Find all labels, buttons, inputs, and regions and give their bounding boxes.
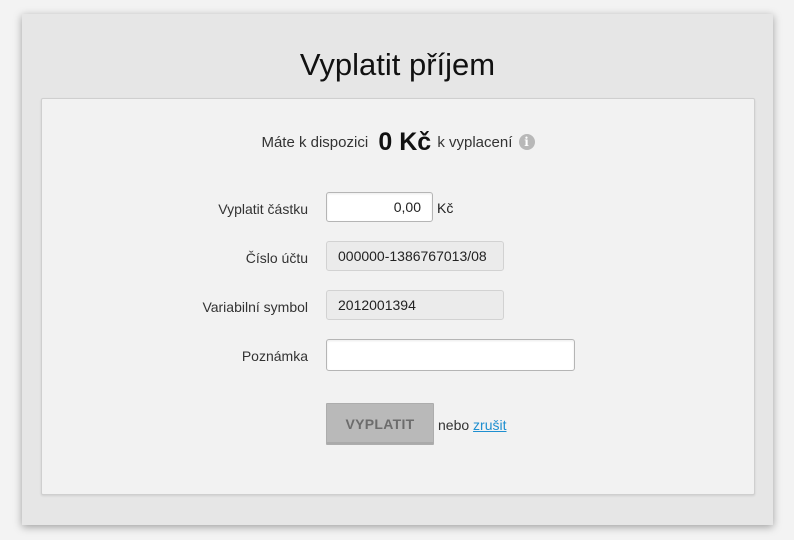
payout-form-panel: Máte k dispozici 0 Kč k vyplacení i Vypl… — [41, 98, 755, 495]
amount-input[interactable] — [326, 192, 433, 222]
amount-row: Vyplatit částku Kč — [42, 192, 754, 224]
balance-suffix: k vyplacení — [437, 134, 513, 151]
amount-unit: Kč — [437, 200, 454, 216]
dialog-title: Vyplatit příjem — [299, 47, 496, 82]
cancel-link[interactable]: zrušit — [473, 417, 506, 433]
actions-or-text: nebo zrušit — [438, 417, 507, 433]
info-icon[interactable]: i — [518, 134, 535, 150]
balance-prefix: Máte k dispozici — [261, 134, 369, 151]
account-label: Číslo účtu — [245, 250, 308, 266]
variable-symbol-label: Variabilní symbol — [202, 299, 308, 315]
payout-submit-button[interactable]: VYPLATIT — [326, 403, 434, 445]
note-label: Poznámka — [241, 348, 308, 364]
account-number-field: 000000-1386767013/08 — [326, 241, 504, 271]
balance-amount: 0 Kč — [378, 128, 432, 156]
amount-label: Vyplatit částku — [218, 201, 308, 217]
note-row: Poznámka — [42, 339, 754, 371]
or-label: nebo — [438, 417, 470, 433]
variable-symbol-field: 2012001394 — [326, 290, 504, 320]
payout-dialog: Vyplatit příjem Máte k dispozici 0 Kč k … — [22, 14, 773, 525]
balance-line: Máte k dispozici 0 Kč k vyplacení i — [42, 128, 754, 157]
account-row: Číslo účtu 000000-1386767013/08 — [42, 241, 754, 273]
note-input[interactable] — [326, 339, 575, 371]
variable-symbol-row: Variabilní symbol 2012001394 — [42, 290, 754, 322]
